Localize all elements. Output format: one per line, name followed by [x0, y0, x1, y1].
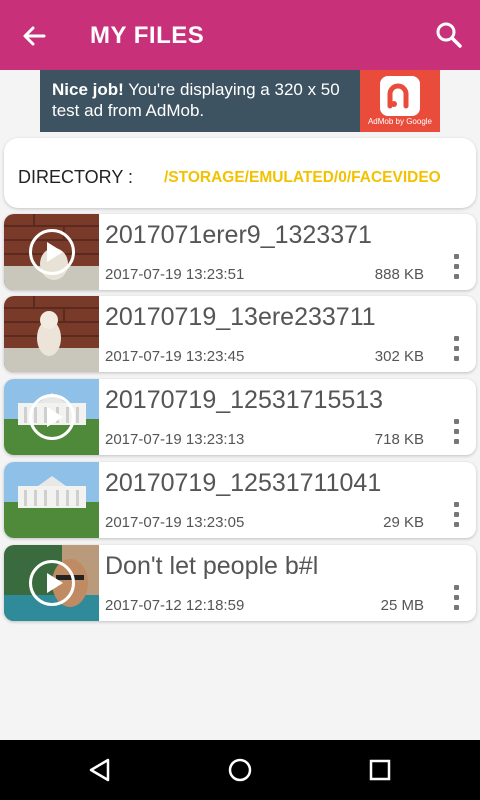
- play-icon: [29, 229, 75, 275]
- file-size: 888 KB: [374, 266, 424, 283]
- file-size: 718 KB: [374, 431, 424, 448]
- video-thumbnail: [4, 214, 99, 290]
- video-thumbnail: [4, 379, 99, 455]
- file-row[interactable]: Don't let people b#l 2017-07-12 12:18:59…: [4, 545, 476, 621]
- ad-text: Nice job! You're displaying a 320 x 50 t…: [52, 80, 340, 120]
- admob-icon: [380, 76, 420, 116]
- system-nav-bar: [0, 740, 480, 800]
- file-date: 2017-07-19 13:23:05: [105, 514, 245, 531]
- more-options-icon[interactable]: [450, 585, 462, 615]
- file-size: 29 KB: [383, 514, 424, 531]
- play-icon: [29, 394, 75, 440]
- more-options-icon[interactable]: [450, 502, 462, 532]
- recents-icon[interactable]: [362, 752, 398, 788]
- more-options-icon[interactable]: [450, 254, 462, 284]
- more-options-icon[interactable]: [450, 336, 462, 366]
- back-arrow-icon[interactable]: [18, 20, 50, 52]
- video-thumbnail: [4, 462, 99, 538]
- video-thumbnail: [4, 545, 99, 621]
- file-row[interactable]: 20170719_12531711041 2017-07-19 13:23:05…: [4, 462, 476, 538]
- file-row[interactable]: 20170719_12531715513 2017-07-19 13:23:13…: [4, 379, 476, 455]
- app-bar: MY FILES: [0, 0, 480, 70]
- file-size: 25 MB: [380, 597, 424, 614]
- file-date: 2017-07-12 12:18:59: [105, 597, 245, 614]
- page-title: MY FILES: [90, 22, 205, 49]
- home-icon[interactable]: [222, 752, 258, 788]
- video-thumbnail: [4, 296, 99, 372]
- directory-label: DIRECTORY :: [18, 167, 134, 187]
- file-row[interactable]: 2017071erer9_1323371 2017-07-19 13:23:51…: [4, 214, 476, 290]
- file-name: Don't let people b#l: [105, 552, 319, 580]
- back-icon[interactable]: [82, 752, 118, 788]
- file-date: 2017-07-19 13:23:51: [105, 266, 245, 283]
- file-name: 2017071erer9_1323371: [105, 221, 372, 249]
- admob-logo: AdMob by Google: [360, 70, 440, 132]
- more-options-icon[interactable]: [450, 419, 462, 449]
- file-size: 302 KB: [374, 348, 424, 365]
- file-date: 2017-07-19 13:23:13: [105, 431, 245, 448]
- ad-banner[interactable]: Nice job! You're displaying a 320 x 50 t…: [40, 70, 440, 132]
- play-icon: [29, 560, 75, 606]
- ad-banner-area: Nice job! You're displaying a 320 x 50 t…: [0, 70, 480, 132]
- file-date: 2017-07-19 13:23:45: [105, 348, 245, 365]
- file-name: 20170719_12531715513: [105, 386, 384, 414]
- file-name: 20170719_13ere233711: [105, 303, 376, 331]
- search-icon[interactable]: [432, 18, 466, 52]
- file-name: 20170719_12531711041: [105, 469, 382, 497]
- directory-path: /STORAGE/EMULATED/0/FACEVIDEO: [164, 169, 441, 186]
- directory-card: DIRECTORY : /STORAGE/EMULATED/0/FACEVIDE…: [4, 138, 476, 208]
- file-row[interactable]: 20170719_13ere233711 2017-07-19 13:23:45…: [4, 296, 476, 372]
- ad-badge: AdMob by Google: [367, 117, 433, 126]
